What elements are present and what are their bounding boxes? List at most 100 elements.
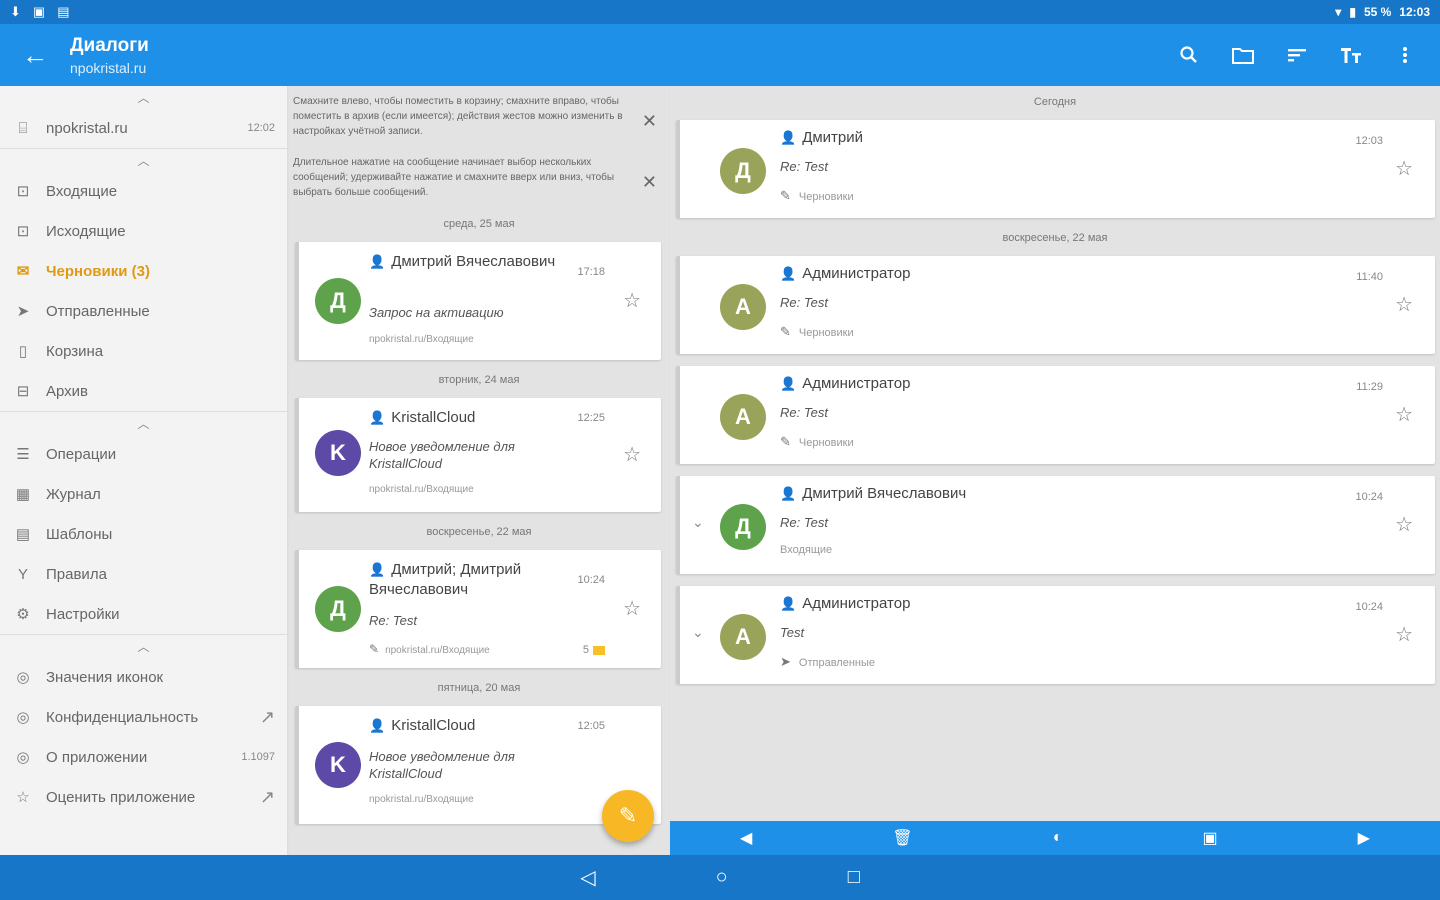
edit-icon: ✎ [618, 803, 638, 828]
sidebar-item-about[interactable]: ◎ О приложении 1.1097 [0, 737, 287, 777]
calendar-icon[interactable]: ▣ [1202, 828, 1217, 848]
search-icon[interactable] [1162, 28, 1216, 82]
sender-name: 👤 Дмитрий; Дмитрий Вячеславович [369, 561, 522, 598]
mark-icon[interactable]: ◐ [1053, 829, 1063, 847]
person-icon: 👤 [369, 718, 386, 733]
long-press-hint: Длительное нажатие на сообщение начинает… [289, 147, 669, 208]
message-folder: npokristal.ru/Входящие [369, 334, 474, 345]
status-bar: ⬇ ▣ ▤ ▾ ▮ 55 % 12:03 [0, 0, 1440, 24]
conversation-message[interactable]: ⌄ Д 👤 Дмитрий Вячеславович 10:24 ☆ Re: Te… [676, 476, 1435, 574]
sort-icon[interactable] [1270, 28, 1324, 82]
close-icon[interactable]: ✕ [642, 173, 657, 191]
sidebar-item-log[interactable]: ▦ Журнал [0, 474, 287, 514]
chevron-down-icon[interactable]: ⌄ [692, 514, 704, 531]
collapse-chevron-icon[interactable]: ︿ [0, 149, 287, 171]
sidebar-item-icon-legend[interactable]: ◎ Значения иконок [0, 657, 287, 697]
date-header: среда, 25 мая [443, 218, 515, 230]
page-title: Диалоги [70, 34, 149, 56]
archive-icon: ⊟ [16, 383, 30, 400]
conversation-action-bar: ◀ 🗑 ◐ ▣ ▶ [670, 821, 1440, 855]
star-icon[interactable]: ☆ [1395, 622, 1413, 647]
sidebar-item-outbox[interactable]: ⊡ Исходящие [0, 211, 287, 251]
sender-name: 👤 Дмитрий Вячеславович [780, 485, 967, 502]
sidebar-item-label: Значения иконок [46, 668, 164, 686]
message-folder: npokristal.ru/Входящие [369, 484, 474, 495]
message-time: 11:29 [1356, 381, 1383, 393]
collapse-chevron-icon[interactable]: ︿ [0, 86, 287, 108]
avatar: Д [720, 148, 766, 194]
conversation-message[interactable]: Д 👤 Дмитрий 12:03 ☆ Re: Test ✎ Черновики [676, 120, 1435, 218]
message-time: 17:18 [577, 266, 605, 278]
sidebar-item-privacy[interactable]: ◎ Конфиденциальность ↗ [0, 697, 287, 737]
account-item[interactable]: ⌸ npokristal.ru 12:02 [0, 108, 287, 148]
compose-button[interactable]: ✎ [602, 790, 654, 842]
sidebar-item-trash[interactable]: ▯ Корзина [0, 331, 287, 371]
home-icon[interactable]: ○ [716, 866, 728, 889]
collapse-chevron-icon[interactable]: ︿ [0, 412, 287, 434]
conversation-message[interactable]: А 👤 Администратор 11:29 ☆ Re: Test ✎ Черно… [676, 366, 1435, 464]
sidebar-item-templates[interactable]: ▤ Шаблоны [0, 514, 287, 554]
sent-icon: ➤ [780, 654, 791, 669]
star-icon[interactable]: ☆ [623, 596, 641, 621]
star-icon[interactable]: ☆ [623, 288, 641, 313]
sidebar-item-sent[interactable]: ➤ Отправленные [0, 291, 287, 331]
date-header: вторник, 24 мая [438, 374, 520, 386]
sidebar-item-settings[interactable]: ⚙ Настройки [0, 594, 287, 634]
message-card[interactable]: Д 👤 Дмитрий; Дмитрий Вячеславович 10:24 ☆… [295, 550, 661, 668]
outbox-icon: ⊡ [16, 223, 30, 240]
sidebar-item-label: Оценить приложение [46, 788, 196, 806]
message-folder: ✎ npokristal.ru/Входящие [369, 642, 490, 656]
star-icon[interactable]: ☆ [1395, 402, 1413, 427]
folder-icon[interactable] [1216, 28, 1270, 82]
more-icon[interactable] [1378, 28, 1432, 82]
recents-icon[interactable]: □ [848, 866, 860, 889]
download-icon: ⬇ [10, 4, 21, 19]
avatar: А [720, 614, 766, 660]
clock: 12:03 [1399, 5, 1430, 19]
page-subtitle: npokristal.ru [70, 59, 147, 76]
sidebar-item-label: Архив [46, 382, 89, 400]
star-icon[interactable]: ☆ [1395, 292, 1413, 317]
next-icon[interactable]: ▶ [1358, 828, 1370, 848]
avatar: Д [720, 504, 766, 550]
sidebar-item-rate[interactable]: ☆ Оценить приложение ↗ [0, 777, 287, 817]
message-folder: ✎ Черновики [780, 188, 854, 203]
person-icon: 👤 [369, 562, 386, 577]
conversation-view[interactable]: Сегодня Д 👤 Дмитрий 12:03 ☆ Re: Test ✎ Чер… [670, 86, 1440, 821]
pencil-icon: ✎ [780, 434, 791, 449]
text-size-icon[interactable] [1324, 28, 1378, 82]
hint-text: Смахните влево, чтобы поместить в корзин… [293, 96, 623, 137]
pencil-icon: ✎ [369, 642, 380, 656]
system-nav-bar: ◁ ○ □ [0, 855, 1440, 900]
star-icon[interactable]: ☆ [1395, 156, 1413, 181]
drafts-icon: ✉ [16, 263, 30, 280]
sidebar-item-archive[interactable]: ⊟ Архив [0, 371, 287, 411]
info-icon: ◎ [16, 669, 30, 686]
trash-icon: ▯ [18, 343, 28, 360]
avatar: Д [315, 586, 361, 632]
message-list[interactable]: Смахните влево, чтобы поместить в корзин… [289, 86, 669, 855]
sidebar-item-label: Операции [46, 445, 117, 463]
star-icon[interactable]: ☆ [1395, 512, 1413, 537]
star-icon[interactable]: ☆ [623, 442, 641, 467]
sidebar-item-rules[interactable]: Y Правила [0, 554, 287, 594]
message-subject: Test [780, 625, 805, 640]
sidebar-item-label: Шаблоны [46, 525, 113, 543]
sidebar-item-inbox[interactable]: ⊡ Входящие [0, 171, 287, 211]
sidebar-item-drafts[interactable]: ✉ Черновики (3) [0, 251, 287, 291]
chevron-down-icon[interactable]: ⌄ [692, 624, 704, 641]
back-arrow-icon[interactable]: ← [0, 24, 70, 86]
conversation-message[interactable]: ⌄ А 👤 Администратор 10:24 ☆ Test ➤ Отправл… [676, 586, 1435, 684]
conversation-message[interactable]: А 👤 Администратор 11:40 ☆ Re: Test ✎ Черно… [676, 256, 1435, 354]
star-icon: ☆ [16, 789, 30, 806]
delete-icon[interactable]: 🗑 [892, 828, 912, 848]
person-icon: 👤 [780, 266, 797, 281]
message-card[interactable]: Д 👤 Дмитрий Вячеславович 17:18 ☆ Запрос н… [295, 242, 661, 360]
prev-icon[interactable]: ◀ [740, 828, 752, 848]
message-subject: Запрос на активацию [369, 305, 504, 320]
close-icon[interactable]: ✕ [642, 112, 657, 130]
sidebar-item-operations[interactable]: ☰ Операции [0, 434, 287, 474]
back-icon[interactable]: ◁ [580, 865, 595, 890]
message-card[interactable]: K 👤 KristallCloud 12:25 ☆ Новое уведомлен… [295, 398, 661, 512]
collapse-chevron-icon[interactable]: ︿ [0, 635, 287, 657]
